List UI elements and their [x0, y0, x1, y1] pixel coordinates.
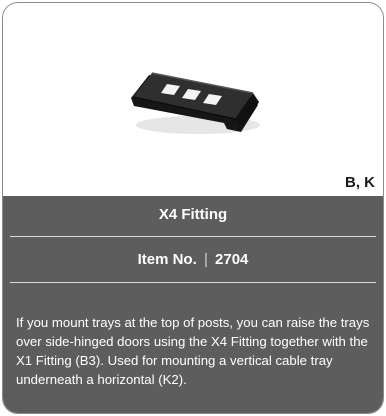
x4-fitting-image — [131, 72, 260, 134]
product-codes: B, K — [345, 174, 375, 191]
product-image-area: B, K — [3, 3, 383, 196]
product-card: B, K X4 Fitting Item No. | 2704 If you m… — [2, 2, 384, 414]
item-number-value: 2704 — [215, 251, 249, 268]
item-number-row: Item No. | 2704 — [3, 251, 383, 268]
product-title: X4 Fitting — [158, 206, 228, 223]
item-number-separator: | — [203, 251, 208, 268]
divider — [10, 236, 376, 237]
divider — [10, 282, 376, 283]
product-description: If you mount trays at the top of posts, … — [16, 315, 370, 387]
item-number-label: Item No. — [137, 251, 197, 268]
